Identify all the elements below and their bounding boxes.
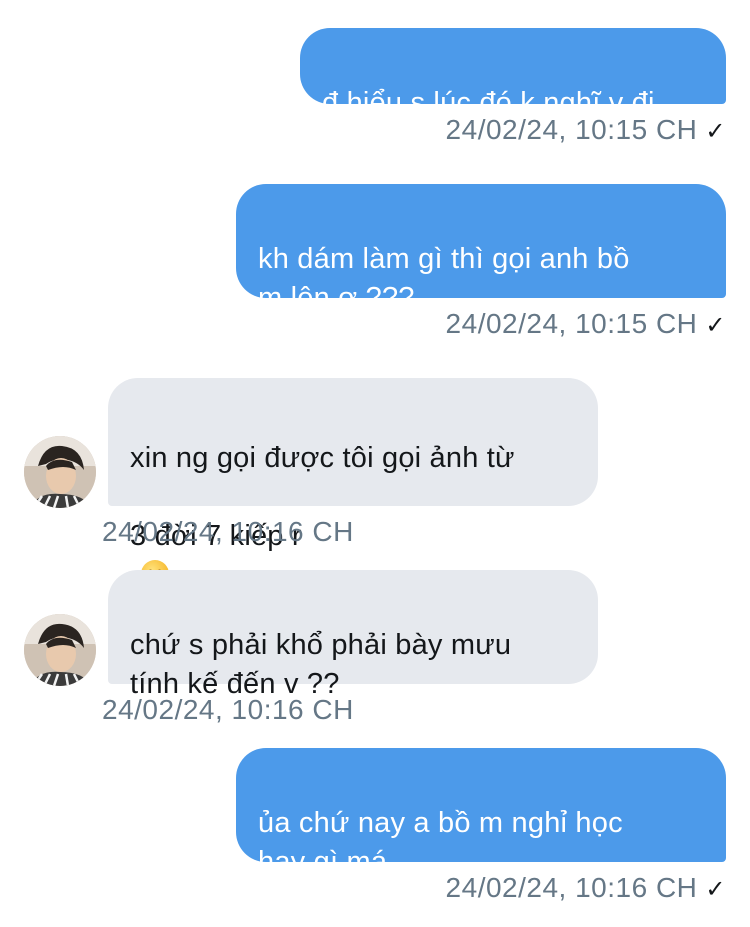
sent-message-bubble[interactable]: đ hiểu s lúc đó k nghĩ v đi (300, 28, 726, 119)
message-timestamp: 24/02/24, 10:16 CH ✓ (446, 872, 726, 904)
timestamp-text: 24/02/24, 10:15 CH (445, 114, 698, 145)
sent-check-icon: ✓ (705, 312, 726, 339)
sent-message-bubble[interactable]: kh dám làm gì thì gọi anh bồ m lên ơ ??? (236, 184, 726, 314)
sent-message-bubble[interactable]: ủa chứ nay a bồ m nghỉ học hay gì má (236, 748, 726, 878)
message-timestamp: 24/02/24, 10:15 CH ✓ (446, 308, 726, 340)
message-timestamp: 24/02/24, 10:15 CH ✓ (446, 114, 726, 146)
timestamp-text: 24/02/24, 10:15 CH (445, 308, 698, 339)
message-text: chứ s phải khổ phải bày mưu tính kế đến … (130, 629, 512, 700)
received-message-bubble[interactable]: xin ng gọi được tôi gọi ảnh từ 3 đời 7 k… (108, 378, 598, 627)
timestamp-text: 24/02/24, 10:16 CH (102, 694, 354, 725)
timestamp-text: 24/02/24, 10:16 CH (102, 516, 354, 547)
sent-check-icon: ✓ (705, 118, 726, 145)
message-timestamp: 24/02/24, 10:16 CH (102, 516, 354, 548)
timestamp-text: 24/02/24, 10:16 CH (445, 872, 698, 903)
message-text: ủa chứ nay a bồ m nghỉ học hay gì má (258, 807, 623, 878)
sent-check-icon: ✓ (705, 876, 726, 903)
message-text-line-1: xin ng gọi được tôi gọi ảnh từ (130, 442, 515, 474)
message-text: kh dám làm gì thì gọi anh bồ m lên ơ ??? (258, 243, 630, 314)
received-message-bubble[interactable]: chứ s phải khổ phải bày mưu tính kế đến … (108, 570, 598, 700)
message-timestamp: 24/02/24, 10:16 CH (102, 694, 354, 726)
contact-avatar[interactable] (24, 614, 96, 686)
contact-avatar[interactable] (24, 436, 96, 508)
